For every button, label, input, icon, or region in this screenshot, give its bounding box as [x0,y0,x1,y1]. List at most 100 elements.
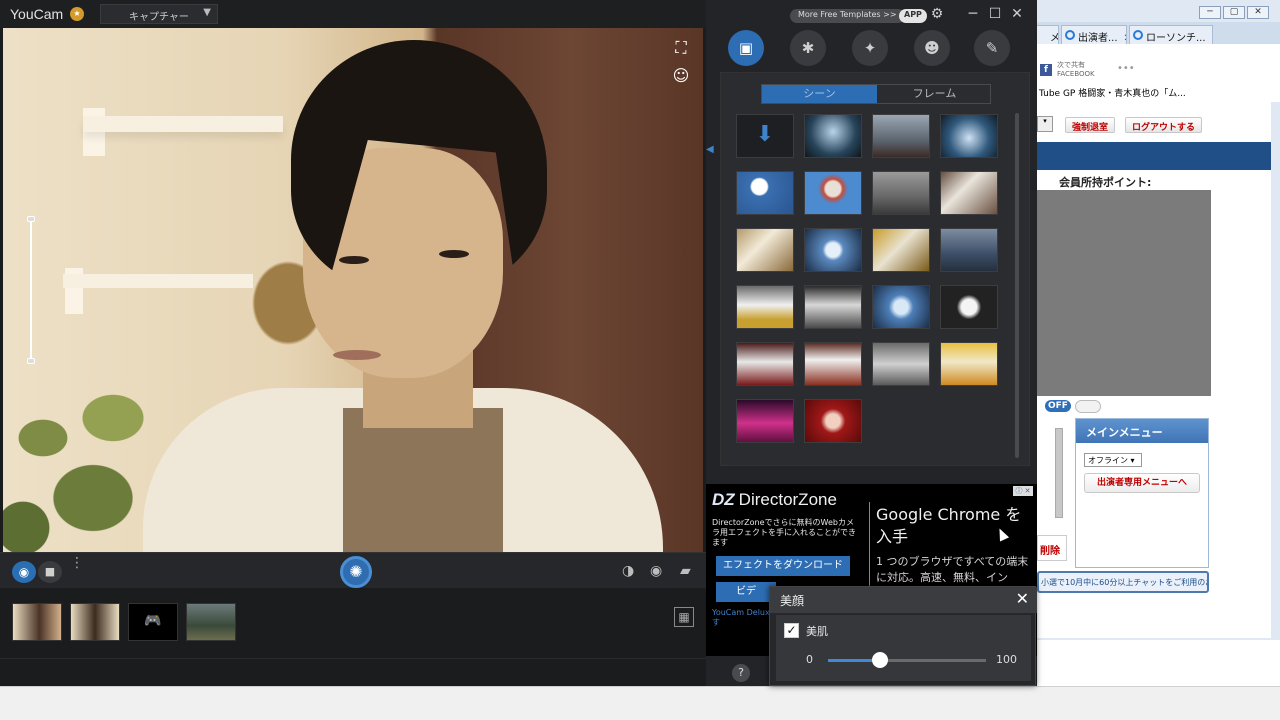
dz-logo-icon: DZ [712,490,735,509]
status-select[interactable]: オフライン ▾ [1084,453,1142,467]
brush-icon[interactable]: ✎ [974,30,1010,66]
gamepad-thumbnail[interactable]: 🎮 [128,603,178,641]
avatar-effect-icon[interactable]: ☻ [914,30,950,66]
scrollbar[interactable] [1015,113,1019,458]
scene-template[interactable] [736,399,794,443]
scene-template[interactable] [940,114,998,158]
dropdown-arrow-icon[interactable]: ▾ [1037,116,1053,132]
skin-smoothing-slider-knob[interactable] [872,652,889,668]
scene-template[interactable] [736,285,794,329]
browser-tab[interactable]: ローソンチ... [1129,25,1213,44]
download-icon[interactable]: ⬇ [736,114,794,158]
toggle-knob[interactable] [1075,400,1101,413]
tab-label: ローソンチ... [1146,33,1206,44]
more-icon[interactable]: ••• [1117,63,1135,74]
notification-icon[interactable]: ★ [70,7,84,21]
scrollbar[interactable] [1055,428,1063,518]
logout-button[interactable]: ログアウトする [1125,117,1203,133]
scene-template[interactable] [872,171,930,215]
scene-template[interactable] [872,285,930,329]
tab-scene[interactable]: シーン [762,85,877,103]
main-menu-title: メインメニュー [1076,419,1208,443]
browser-tab-strip: メニ 出演者...✕ ローソンチ... ⌂☆⚙ [1033,22,1280,62]
maximize-icon[interactable]: ☐ [986,6,1004,22]
chevron-down-icon: ▼ [203,7,211,18]
delete-button[interactable]: 削除 [1037,535,1067,561]
scene-template[interactable] [940,228,998,272]
video-button[interactable]: ビデ [716,582,776,602]
browser-close-button[interactable]: ✕ [1247,6,1269,19]
face-tracking-icon[interactable]: ☺ [669,66,693,86]
ad-close-icon[interactable]: ⓘ ✕ [1013,486,1033,496]
collapse-arrow-icon[interactable]: ◀ [706,144,714,158]
zoom-slider-cap[interactable] [27,358,35,364]
ie-icon [1133,30,1143,40]
shutter-button[interactable]: ✺ [340,556,372,588]
scene-template[interactable] [736,171,794,215]
ad-footer: YouCam Deluxe す [712,608,774,628]
notice-banner[interactable]: 小選で10月中に60分以上チャットをご利用のお客様 [1037,571,1209,593]
thumbnail[interactable] [186,603,236,641]
scene-template[interactable] [736,342,794,386]
facebook-icon[interactable]: f [1040,64,1052,76]
fullscreen-icon[interactable]: ⛶ [669,38,693,58]
skin-smoothing-checkbox[interactable]: ✓ [784,623,799,638]
scene-template[interactable] [804,228,862,272]
video-camera-icon[interactable]: ■ [38,561,62,583]
minimize-icon[interactable]: ─ [964,6,982,22]
more-options-icon[interactable]: ⋮ [70,556,84,570]
capture-toolbar: ◉ ■ ⋮ ✺ ◑ ◉ ▰ [0,552,706,588]
browser-tab[interactable]: 出演者... ✕ [1061,25,1127,44]
scene-template[interactable] [804,171,862,215]
effects-panel: More Free Templates >> APP ⚙ ─ ☐ ✕ ▣ ✱ ✦… [706,0,1037,686]
chrome-ad-title[interactable]: Google Chrome を入手 [876,504,1032,548]
titlebar: YouCam ★ キャプチャー ▼ [0,0,706,28]
help-icon[interactable]: ? [732,664,750,682]
zoom-slider[interactable] [27,216,35,364]
chrome-ad-subtitle: 1 つのブラウザですべての端末に対応。高速、無料、イン [876,555,1029,584]
thumbnail[interactable] [70,603,120,641]
scene-template[interactable] [940,171,998,215]
scene-template[interactable] [804,342,862,386]
panel-topbar: More Free Templates >> APP ⚙ ─ ☐ ✕ [706,0,1037,32]
bottom-bar [0,658,706,686]
status-toggle[interactable]: OFF [1037,400,1107,414]
camera-icon[interactable]: ◉ [12,561,36,583]
grid-view-icon[interactable]: ▦ [674,607,694,627]
person-mouth [333,350,381,360]
scene-template[interactable] [804,399,862,443]
close-icon[interactable]: ✕ [1124,33,1126,44]
camera-preview[interactable]: ⛶ ☺ [3,28,703,552]
close-icon[interactable]: ✕ [1008,6,1026,22]
eraser-icon[interactable]: ▰ [680,563,691,579]
browser-minimize-button[interactable]: ─ [1199,6,1221,19]
brightness-icon[interactable]: ◑ [622,563,634,579]
scene-template[interactable] [940,285,998,329]
logo-text: DirectorZone [738,490,837,509]
app-button[interactable]: APP [899,9,927,23]
zoom-slider-cap[interactable] [27,216,35,222]
particle-effect-icon[interactable]: ✱ [790,30,826,66]
scene-template[interactable] [804,285,862,329]
scene-template[interactable] [872,342,930,386]
footer-line: YouCam Deluxe [712,608,775,617]
scene-template[interactable] [872,114,930,158]
gear-icon[interactable]: ⚙ [928,6,946,22]
mode-select[interactable]: キャプチャー ▼ [100,4,218,24]
facebook-share[interactable]: 次で共有 FACEBOOK [1057,61,1095,79]
more-templates-button[interactable]: More Free Templates >> [790,9,905,23]
scene-effect-icon[interactable]: ▣ [728,30,764,66]
scene-template[interactable] [872,228,930,272]
scene-template[interactable] [804,114,862,158]
close-icon[interactable]: ✕ [1016,589,1029,608]
thumbnail[interactable] [12,603,62,641]
performer-menu-button[interactable]: 出演者専用メニューへ [1084,473,1200,493]
eye-icon[interactable]: ◉ [650,563,662,579]
magic-wand-icon[interactable]: ✦ [852,30,888,66]
browser-maximize-button[interactable]: ▢ [1223,6,1245,19]
force-exit-button[interactable]: 強制退室 [1065,117,1116,133]
scene-template[interactable] [940,342,998,386]
tab-frame[interactable]: フレーム [877,85,992,103]
download-effects-button[interactable]: エフェクトをダウンロード [716,556,850,576]
scene-template[interactable] [736,228,794,272]
